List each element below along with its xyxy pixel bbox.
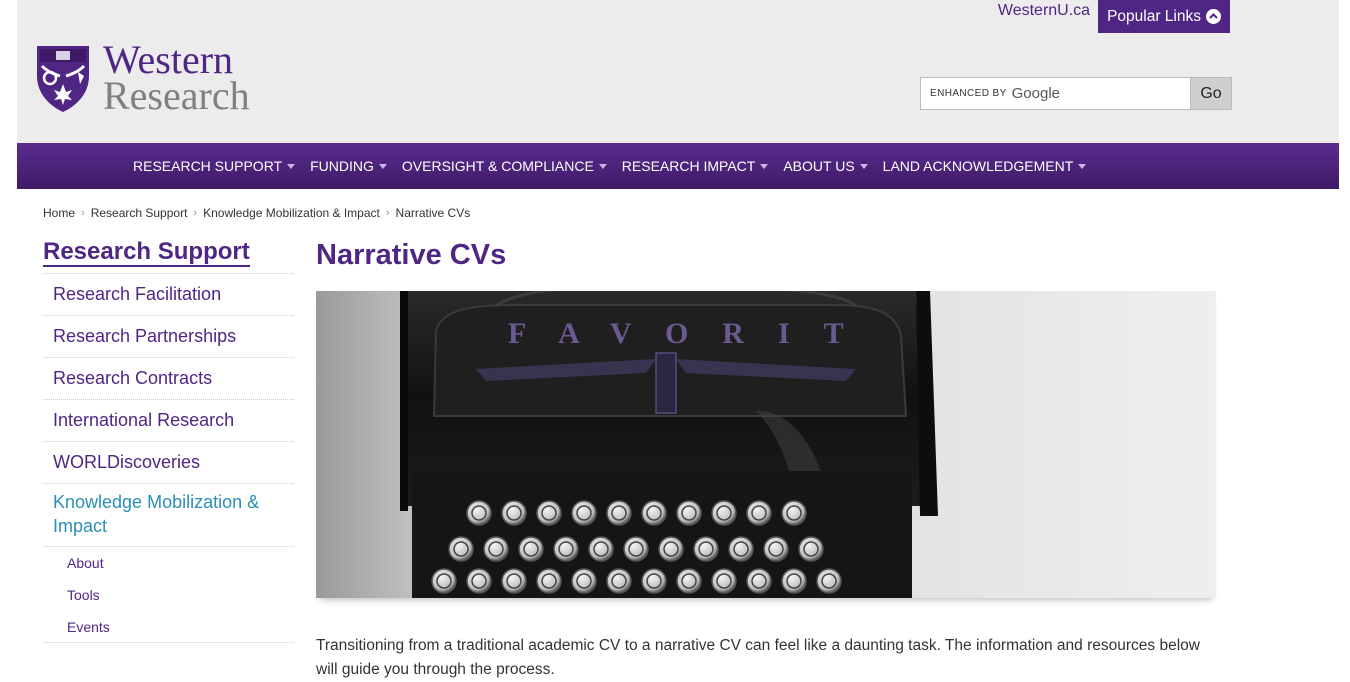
nav-item-label: OVERSIGHT & COMPLIANCE: [401, 158, 594, 174]
typewriter-key: [606, 568, 632, 594]
nav-item-land-acknowledgement[interactable]: LAND ACKNOWLEDGEMENT: [883, 158, 1087, 174]
westernu-link[interactable]: WesternU.ca: [998, 2, 1090, 20]
typewriter-key: [588, 536, 614, 562]
nav-item-label: FUNDING: [310, 158, 374, 174]
nav-item-label: LAND ACKNOWLEDGEMENT: [882, 158, 1074, 174]
search-go-button[interactable]: Go: [1191, 77, 1232, 110]
typewriter-key: [483, 536, 509, 562]
breadcrumb-separator-icon: ›: [193, 207, 198, 219]
typewriter-key: [728, 536, 754, 562]
typewriter-key: [658, 536, 684, 562]
nav-item-label: RESEARCH IMPACT: [621, 158, 756, 174]
caret-down-icon: [598, 163, 607, 169]
nav-item-funding[interactable]: FUNDING: [310, 158, 387, 174]
typewriter-key: [501, 568, 527, 594]
typewriter-key: [606, 500, 632, 526]
typewriter-key: [746, 500, 772, 526]
sidebar-item-research-partnerships[interactable]: Research Partnerships: [43, 316, 294, 358]
typewriter-key: [676, 500, 702, 526]
nav-item-research-impact[interactable]: RESEARCH IMPACT: [622, 158, 769, 174]
caret-down-icon: [1078, 163, 1087, 169]
typewriter-key: [781, 500, 807, 526]
typewriter-key: [518, 536, 544, 562]
breadcrumb-current: Narrative CVs: [395, 206, 471, 220]
caret-down-icon: [378, 163, 387, 169]
logo-line-research: Research: [103, 73, 250, 118]
page-title: Narrative CVs: [316, 239, 507, 271]
typewriter-key: [711, 568, 737, 594]
search-brand: Google: [1011, 85, 1061, 102]
typewriter-key: [553, 536, 579, 562]
sidebar-title-text: Research Support: [43, 238, 250, 267]
typewriter-key: [448, 536, 474, 562]
sidebar-item-international-research[interactable]: International Research: [43, 400, 294, 442]
typewriter-key: [571, 568, 597, 594]
typewriter-key: [571, 500, 597, 526]
nav-item-label: RESEARCH SUPPORT: [133, 158, 283, 174]
typewriter-key: [816, 568, 842, 594]
typewriter-key: [623, 536, 649, 562]
typewriter-key: [781, 568, 807, 594]
typewriter-key: [641, 568, 667, 594]
sidebar-item-worldiscoveries[interactable]: WORLDiscoveries: [43, 442, 294, 484]
breadcrumb-knowledge-mobilization[interactable]: Knowledge Mobilization & Impact: [203, 206, 380, 220]
site-header: WesternU.ca Popular Links Western Resear…: [17, 0, 1339, 143]
nav-item-about-us[interactable]: ABOUT US: [783, 158, 868, 174]
search-prefix: ENHANCED BY: [930, 88, 1007, 99]
caret-down-icon: [760, 163, 769, 169]
logo-wordmark: Western Research: [103, 40, 250, 118]
caret-down-icon: [287, 163, 296, 169]
sidebar-subitem-events[interactable]: Events: [43, 611, 294, 643]
breadcrumb: Home › Research Support › Knowledge Mobi…: [43, 206, 470, 220]
western-shield-icon: [37, 46, 89, 112]
typewriter-key: [711, 500, 737, 526]
sidebar: Research Support Research Facilitation R…: [43, 238, 294, 643]
chevron-up-icon: [1206, 9, 1221, 24]
sidebar-item-research-facilitation[interactable]: Research Facilitation: [43, 274, 294, 316]
typewriter-key: [693, 536, 719, 562]
sidebar-subitem-about[interactable]: About: [43, 547, 294, 579]
sidebar-item-knowledge-mobilization[interactable]: Knowledge Mobilization & Impact: [43, 484, 294, 547]
typewriter-key: [763, 536, 789, 562]
typewriter-brand-text: FAVORIT: [508, 317, 878, 350]
hero-image-typewriter: FAVORIT: [316, 291, 1216, 598]
sidebar-subitem-tools[interactable]: Tools: [43, 579, 294, 611]
breadcrumb-research-support[interactable]: Research Support: [91, 206, 188, 220]
breadcrumb-separator-icon: ›: [385, 207, 390, 219]
typewriter-key: [466, 500, 492, 526]
typewriter-key: [746, 568, 772, 594]
typewriter-key: [501, 500, 527, 526]
typewriter-illustration: FAVORIT: [316, 291, 1216, 598]
typewriter-key: [431, 568, 457, 594]
search-input[interactable]: ENHANCED BY Google: [920, 77, 1191, 110]
main-nav: RESEARCH SUPPORT FUNDING OVERSIGHT & COM…: [17, 143, 1339, 189]
typewriter-key: [536, 568, 562, 594]
breadcrumb-home[interactable]: Home: [43, 206, 75, 220]
typewriter-key: [676, 568, 702, 594]
popular-links-button[interactable]: Popular Links: [1098, 0, 1230, 33]
typewriter-key: [466, 568, 492, 594]
nav-item-research-support[interactable]: RESEARCH SUPPORT: [133, 158, 296, 174]
typewriter-key: [641, 500, 667, 526]
sidebar-title[interactable]: Research Support: [43, 238, 294, 274]
nav-item-oversight-compliance[interactable]: OVERSIGHT & COMPLIANCE: [402, 158, 607, 174]
nav-item-label: ABOUT US: [783, 158, 855, 174]
site-search: ENHANCED BY Google Go: [920, 77, 1232, 110]
typewriter-key: [536, 500, 562, 526]
top-links: WesternU.ca Popular Links: [998, 0, 1230, 33]
sidebar-item-research-contracts[interactable]: Research Contracts: [43, 358, 294, 400]
caret-down-icon: [859, 163, 868, 169]
western-research-logo[interactable]: Western Research: [34, 40, 250, 118]
typewriter-key: [798, 536, 824, 562]
breadcrumb-separator-icon: ›: [81, 207, 85, 219]
popular-links-label: Popular Links: [1107, 7, 1201, 25]
